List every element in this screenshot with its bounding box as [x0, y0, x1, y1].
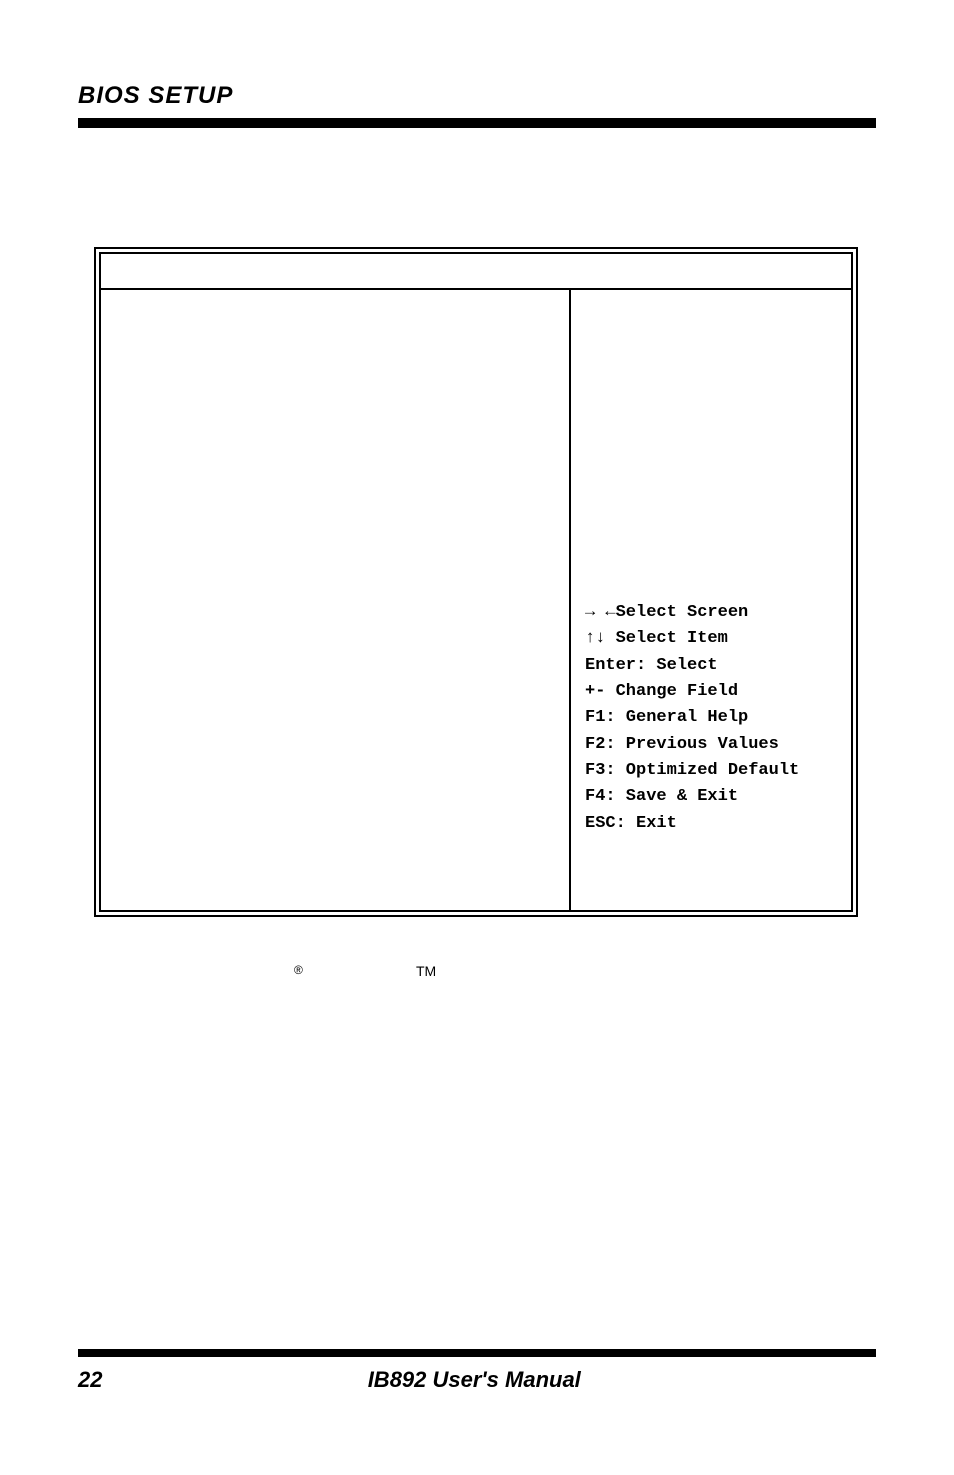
bios-menu-bar: [101, 254, 851, 290]
help-select-item: ↑↓ Select Item: [585, 626, 841, 652]
page-number: 22: [78, 1367, 102, 1393]
page-header-title: BIOS SETUP: [78, 82, 876, 110]
bios-left-panel: [101, 290, 571, 910]
bios-body: → ←Select Screen ↑↓ Select Item Enter: S…: [101, 290, 851, 910]
help-save-exit: F4: Save & Exit: [585, 784, 841, 810]
bios-help-panel: → ←Select Screen ↑↓ Select Item Enter: S…: [571, 290, 851, 910]
bios-setup-screen: → ←Select Screen ↑↓ Select Item Enter: S…: [94, 247, 858, 917]
help-enter-select: Enter: Select: [585, 653, 841, 679]
help-esc-exit: ESC: Exit: [585, 811, 841, 837]
footer-rule: [78, 1349, 876, 1357]
trademark-mark: TM: [416, 963, 436, 979]
help-previous-values: F2: Previous Values: [585, 732, 841, 758]
footer-manual-title: IB892 User's Manual: [368, 1367, 581, 1393]
registered-mark: ®: [294, 963, 303, 977]
help-general-help: F1: General Help: [585, 705, 841, 731]
footer-line: 22 IB892 User's Manual: [78, 1367, 876, 1393]
help-change-field: +- Change Field: [585, 679, 841, 705]
help-select-screen: → ←Select Screen: [585, 600, 841, 626]
header-rule: [78, 118, 876, 128]
bios-help-block: → ←Select Screen ↑↓ Select Item Enter: S…: [585, 600, 841, 837]
help-optimized-default: F3: Optimized Default: [585, 758, 841, 784]
